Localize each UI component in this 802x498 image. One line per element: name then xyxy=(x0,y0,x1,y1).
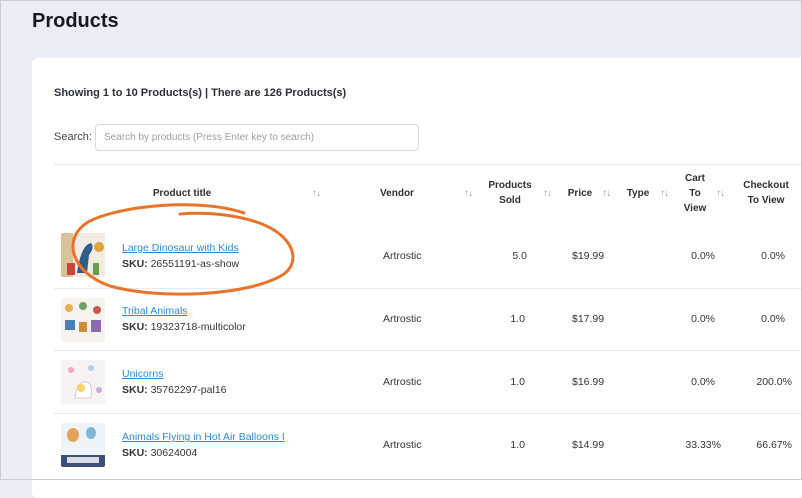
vendor-cell: Artrostic xyxy=(383,439,422,451)
header-products-sold[interactable]: Products Sold xyxy=(480,178,540,208)
vendor-cell: Artrostic xyxy=(383,313,422,325)
product-sku: SKU: 35762297-pal16 xyxy=(122,384,227,396)
cart-to-view-cell: 33.33% xyxy=(685,439,721,451)
sort-icon[interactable]: ↑↓ xyxy=(312,188,321,199)
sold-cell: 1.0 xyxy=(510,313,525,325)
sort-icon[interactable]: ↑↓ xyxy=(543,188,552,199)
product-thumbnail[interactable] xyxy=(61,360,105,404)
sku-value: 19323718-multicolor xyxy=(150,321,246,333)
product-thumbnail[interactable] xyxy=(61,233,105,277)
price-cell: $16.99 xyxy=(572,376,605,388)
checkout-to-view-cell: 0.0% xyxy=(761,250,785,262)
sku-label: SKU: xyxy=(122,447,148,459)
sku-label: SKU: xyxy=(122,258,148,270)
product-sku: SKU: 30624004 xyxy=(122,447,197,459)
header-checkout-to-view[interactable]: Checkout To View xyxy=(736,178,796,208)
header-price[interactable]: Price xyxy=(560,186,600,201)
header-products-sold-line2: Sold xyxy=(499,195,521,206)
sort-icon[interactable]: ↑↓ xyxy=(464,188,473,199)
header-products-sold-line1: Products xyxy=(488,180,532,191)
sku-label: SKU: xyxy=(122,321,148,333)
price-cell: $17.99 xyxy=(572,313,605,325)
products-card: Showing 1 to 10 Products(s) | There are … xyxy=(32,58,802,498)
product-sku: SKU: 19323718-multicolor xyxy=(122,321,246,333)
cart-to-view-cell: 0.0% xyxy=(691,250,715,262)
product-link[interactable]: Large Dinosaur with Kids xyxy=(122,242,239,254)
product-link[interactable]: Animals Flying in Hot Air Balloons I xyxy=(122,431,285,443)
header-type[interactable]: Type xyxy=(620,186,656,201)
header-cart-to-view[interactable]: Cart To View xyxy=(675,171,715,216)
product-link[interactable]: Tribal Animals xyxy=(122,305,188,317)
sort-icon[interactable]: ↑↓ xyxy=(716,188,725,199)
cart-to-view-cell: 0.0% xyxy=(691,376,715,388)
header-divider xyxy=(54,164,802,165)
product-link[interactable]: Unicorns xyxy=(122,368,163,380)
page-title: Products xyxy=(32,10,119,32)
results-summary: Showing 1 to 10 Products(s) | There are … xyxy=(54,87,347,99)
sku-value: 30624004 xyxy=(150,447,198,459)
price-cell: $14.99 xyxy=(572,439,605,451)
header-cart-line1: Cart xyxy=(684,173,705,184)
cart-to-view-cell: 0.0% xyxy=(691,313,715,325)
checkout-to-view-cell: 0.0% xyxy=(761,313,785,325)
sku-value: 26551191-as-show xyxy=(150,258,240,270)
row-divider xyxy=(54,413,802,414)
sku-value: 35762297-pal16 xyxy=(150,384,227,396)
price-cell: $19.99 xyxy=(572,250,605,262)
sold-cell: 5.0 xyxy=(512,250,527,262)
sold-cell: 1.0 xyxy=(510,376,525,388)
row-divider xyxy=(54,350,802,351)
header-cart-line3: View xyxy=(683,203,707,214)
vendor-cell: Artrostic xyxy=(383,250,422,262)
search-label: Search: xyxy=(54,131,92,143)
product-thumbnail[interactable] xyxy=(61,423,105,467)
sold-cell: 1.0 xyxy=(510,439,525,451)
checkout-to-view-cell: 200.0% xyxy=(756,376,792,388)
checkout-to-view-cell: 66.67% xyxy=(756,439,792,451)
sort-icon[interactable]: ↑↓ xyxy=(602,188,611,199)
vendor-cell: Artrostic xyxy=(383,376,422,388)
header-cart-line2: To xyxy=(689,188,701,199)
header-product-title[interactable]: Product title xyxy=(132,186,232,201)
sku-label: SKU: xyxy=(122,384,148,396)
header-checkout-line1: Checkout xyxy=(743,180,789,191)
sort-icon[interactable]: ↑↓ xyxy=(660,188,669,199)
product-thumbnail[interactable] xyxy=(61,298,105,342)
search-input[interactable] xyxy=(95,124,419,151)
product-sku: SKU: 26551191-as-show xyxy=(122,258,239,270)
row-divider xyxy=(54,288,802,289)
header-checkout-line2: To View xyxy=(747,195,785,206)
header-vendor[interactable]: Vendor xyxy=(362,186,432,201)
